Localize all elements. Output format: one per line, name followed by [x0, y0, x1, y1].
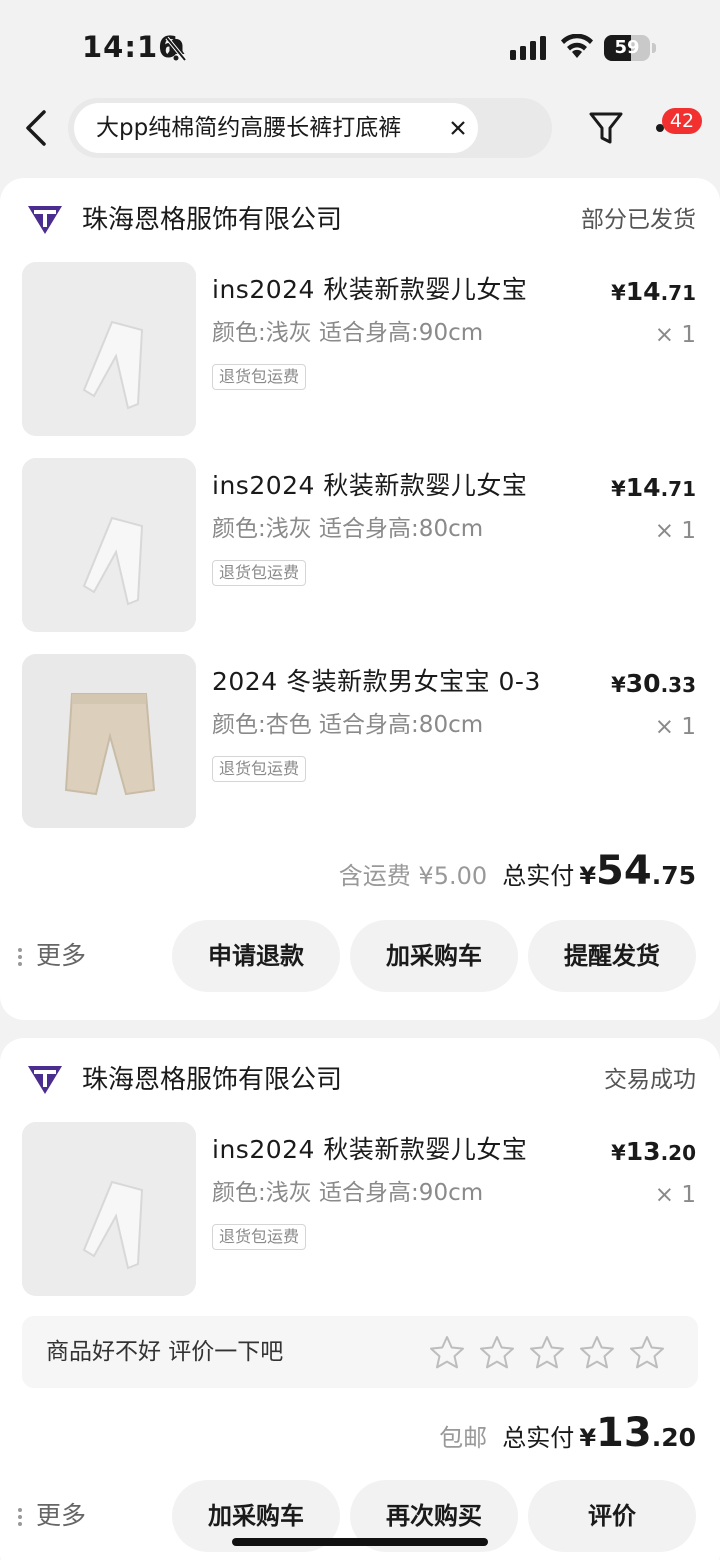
order-card: 珠海恩格服饰有限公司 交易成功 ins2024 秋装新款婴儿女宝 颜色:浅灰 适…: [0, 1038, 720, 1560]
wifi-icon: [561, 34, 593, 58]
order-item[interactable]: ins2024 秋装新款婴儿女宝 颜色:浅灰 适合身高:90cm 退货包运费 ¥…: [0, 262, 720, 436]
star-icon[interactable]: [478, 1334, 516, 1372]
remind-shipping-button[interactable]: 提醒发货: [528, 920, 696, 992]
return-tag: 退货包运费: [212, 1224, 307, 1250]
order-total: 包邮 总实付 ¥13.20: [439, 1410, 696, 1462]
item-price: ¥13.20: [611, 1137, 696, 1166]
shop-logo-icon: [28, 1066, 62, 1094]
status-bar: 14:16 59: [0, 0, 720, 96]
shop-name: 珠海恩格服饰有限公司: [82, 1065, 343, 1095]
more-label: 更多: [36, 941, 87, 970]
review-prompt[interactable]: 商品好不好 评价一下吧: [22, 1316, 698, 1388]
battery-icon: 59: [604, 35, 656, 61]
item-title: 2024 冬装新款男女宝宝 0-3: [212, 667, 541, 696]
product-image: [22, 654, 196, 828]
clear-icon[interactable]: [450, 120, 466, 136]
order-actions: 更多 申请退款 加采购车 提醒发货: [0, 920, 720, 992]
shipping-fee: 包邮: [439, 1424, 488, 1452]
total-price: ¥54.75: [579, 848, 696, 894]
shipping-fee: 含运费 ¥5.00: [338, 862, 488, 890]
star-icon[interactable]: [578, 1334, 616, 1372]
rating-stars[interactable]: [428, 1334, 678, 1372]
add-to-cart-button[interactable]: 加采购车: [350, 920, 518, 992]
star-icon[interactable]: [428, 1334, 466, 1372]
item-price: ¥14.71: [611, 473, 696, 502]
item-qty: × 1: [654, 518, 696, 544]
bell-slash-icon: [165, 36, 187, 62]
search-bar[interactable]: 大pp纯棉简约高腰长裤打底裤: [68, 98, 552, 158]
return-tag: 退货包运费: [212, 560, 307, 586]
item-title: ins2024 秋装新款婴儿女宝: [212, 1135, 528, 1164]
signal-icon: [510, 36, 546, 60]
item-title: ins2024 秋装新款婴儿女宝: [212, 471, 528, 500]
item-spec: 颜色:浅灰 适合身高:90cm: [212, 1180, 484, 1206]
search-query-text: 大pp纯棉简约高腰长裤打底裤: [96, 115, 402, 141]
item-spec: 颜色:浅灰 适合身高:90cm: [212, 320, 484, 346]
review-button[interactable]: 评价: [528, 1480, 696, 1552]
return-tag: 退货包运费: [212, 756, 307, 782]
star-icon[interactable]: [528, 1334, 566, 1372]
back-icon[interactable]: [22, 108, 52, 148]
item-qty: × 1: [654, 714, 696, 740]
order-total: 含运费 ¥5.00 总实付 ¥54.75: [339, 848, 696, 900]
item-qty: × 1: [654, 1182, 696, 1208]
battery-level: 59: [614, 37, 640, 58]
item-title: ins2024 秋装新款婴儿女宝: [212, 275, 528, 304]
search-query-chip[interactable]: 大pp纯棉简约高腰长裤打底裤: [74, 103, 478, 153]
item-price: ¥30.33: [611, 669, 696, 698]
item-spec: 颜色:杏色 适合身高:80cm: [212, 712, 484, 738]
product-image: [22, 1122, 196, 1296]
more-label: 更多: [36, 1501, 87, 1530]
order-item[interactable]: 2024 冬装新款男女宝宝 0-3 颜色:杏色 适合身高:80cm 退货包运费 …: [0, 654, 720, 828]
filter-icon[interactable]: [588, 108, 624, 148]
shop-logo-icon: [28, 206, 62, 234]
item-spec: 颜色:浅灰 适合身高:80cm: [212, 516, 484, 542]
product-image: [22, 458, 196, 632]
home-indicator[interactable]: [232, 1538, 488, 1546]
order-item[interactable]: ins2024 秋装新款婴儿女宝 颜色:浅灰 适合身高:80cm 退货包运费 ¥…: [0, 458, 720, 632]
total-price: ¥13.20: [579, 1410, 696, 1456]
product-image: [22, 262, 196, 436]
total-label: 总实付: [502, 862, 575, 890]
more-button[interactable]: 更多: [18, 1480, 86, 1552]
order-status: 部分已发货: [581, 207, 696, 233]
more-button[interactable]: 更多: [18, 920, 86, 992]
shop-header[interactable]: 珠海恩格服饰有限公司 部分已发货: [0, 198, 720, 242]
return-tag: 退货包运费: [212, 364, 307, 390]
top-nav: 大pp纯棉简约高腰长裤打底裤 42: [0, 96, 720, 162]
order-card: 珠海恩格服饰有限公司 部分已发货 ins2024 秋装新款婴儿女宝 颜色:浅灰 …: [0, 178, 720, 1020]
refund-button[interactable]: 申请退款: [172, 920, 340, 992]
shop-name: 珠海恩格服饰有限公司: [82, 205, 343, 235]
star-icon[interactable]: [628, 1334, 666, 1372]
order-status: 交易成功: [604, 1067, 696, 1093]
order-item[interactable]: ins2024 秋装新款婴儿女宝 颜色:浅灰 适合身高:90cm 退货包运费 ¥…: [0, 1122, 720, 1296]
total-label: 总实付: [502, 1424, 575, 1452]
review-prompt-text: 商品好不好 评价一下吧: [46, 1339, 284, 1365]
item-price: ¥14.71: [611, 277, 696, 306]
item-qty: × 1: [654, 322, 696, 348]
notification-badge: 42: [662, 108, 702, 134]
shop-header[interactable]: 珠海恩格服饰有限公司 交易成功: [0, 1058, 720, 1102]
